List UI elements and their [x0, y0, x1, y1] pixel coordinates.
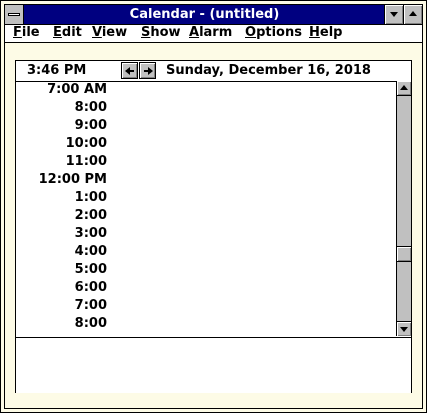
time-slot-label: 8:00	[74, 100, 107, 115]
system-menu-icon	[8, 13, 20, 16]
minimize-button[interactable]	[384, 5, 403, 24]
time-slot-label: 10:00	[65, 136, 107, 151]
menu-help[interactable]: Help	[309, 25, 342, 42]
previous-day-button[interactable]	[121, 62, 138, 79]
menu-bar: File Edit View Show Alarm Options Help	[5, 25, 422, 43]
scroll-down-icon	[400, 327, 408, 332]
time-slot-row[interactable]: 3:00	[16, 225, 395, 243]
time-slot-label: 9:00	[74, 118, 107, 133]
menu-alarm-label: larm	[199, 25, 233, 40]
scroll-thumb[interactable]	[397, 246, 411, 262]
vertical-scrollbar[interactable]	[396, 81, 411, 336]
current-time: 3:46 PM	[27, 63, 87, 78]
menu-show-mnemonic: S	[141, 25, 151, 40]
day-view-panel: 3:46 PM Sunday, December 16, 2018 7:00 A…	[15, 60, 412, 393]
title-bar[interactable]: Calendar - (untitled)	[5, 5, 422, 25]
menu-edit[interactable]: Edit	[53, 25, 82, 42]
time-slot-row[interactable]: 8:00	[16, 315, 395, 333]
current-date: Sunday, December 16, 2018	[166, 63, 371, 78]
menu-edit-label: dit	[61, 25, 82, 40]
time-slot-label: 12:00 PM	[38, 172, 107, 187]
time-slot-label: 8:00	[74, 316, 107, 331]
notes-area[interactable]	[16, 337, 411, 393]
time-slot-label: 5:00	[74, 262, 107, 277]
time-slot-row[interactable]: 12:00 PM	[16, 171, 395, 189]
menu-file-mnemonic: F	[13, 25, 22, 40]
time-slot-label: 4:00	[74, 244, 107, 259]
menu-show[interactable]: Show	[141, 25, 181, 42]
time-slot-label: 11:00	[65, 154, 107, 169]
time-slot-row[interactable]: 1:00	[16, 189, 395, 207]
menu-alarm-mnemonic: A	[189, 25, 200, 40]
menu-file-label: ile	[21, 25, 40, 40]
menu-help-mnemonic: H	[309, 25, 320, 40]
maximize-button[interactable]	[403, 5, 422, 24]
time-slot-row[interactable]: 6:00	[16, 279, 395, 297]
status-bar: 3:46 PM Sunday, December 16, 2018	[16, 61, 411, 82]
right-arrow-icon	[144, 67, 153, 75]
time-slot-row[interactable]: 7:00 AM	[16, 81, 395, 99]
time-slot-row[interactable]: 10:00	[16, 135, 395, 153]
time-slot-row[interactable]: 9:00	[16, 117, 395, 135]
time-slot-label: 3:00	[74, 226, 107, 241]
menu-options-label: ptions	[256, 25, 302, 40]
time-slot-row[interactable]: 4:00	[16, 243, 395, 261]
menu-options-mnemonic: O	[245, 25, 257, 40]
menu-options[interactable]: Options	[245, 25, 302, 42]
time-slot-row[interactable]: 8:00	[16, 99, 395, 117]
system-menu-button[interactable]	[5, 5, 24, 24]
time-slot-row[interactable]: 5:00	[16, 261, 395, 279]
menu-edit-mnemonic: E	[53, 25, 62, 40]
menu-file[interactable]: File	[13, 25, 40, 42]
scroll-up-icon	[400, 85, 408, 90]
time-slot-label: 1:00	[74, 190, 107, 205]
menu-show-label: how	[150, 25, 181, 40]
scroll-up-button[interactable]	[397, 81, 411, 96]
menu-help-label: elp	[319, 25, 343, 40]
window-title: Calendar - (untitled)	[129, 7, 280, 22]
maximize-icon	[409, 11, 417, 16]
menu-view[interactable]: View	[92, 25, 127, 42]
menu-alarm[interactable]: Alarm	[189, 25, 232, 42]
time-slot-row[interactable]: 2:00	[16, 207, 395, 225]
menu-view-mnemonic: V	[92, 25, 102, 40]
time-slot-label: 6:00	[74, 280, 107, 295]
time-slot-row[interactable]: 7:00	[16, 297, 395, 315]
time-slot-label: 7:00 AM	[47, 82, 107, 97]
left-arrow-icon	[125, 67, 134, 75]
appointment-list[interactable]: 7:00 AM 8:00 9:00 10:00 11:00 12:00 PM 1:00 2:0…	[16, 81, 395, 336]
next-day-button[interactable]	[139, 62, 156, 79]
menu-view-label: iew	[101, 25, 128, 40]
time-slot-label: 2:00	[74, 208, 107, 223]
minimize-icon	[390, 12, 398, 17]
scroll-down-button[interactable]	[397, 321, 411, 336]
time-slot-label: 7:00	[74, 298, 107, 313]
time-slot-row[interactable]: 11:00	[16, 153, 395, 171]
calendar-window: Calendar - (untitled) File Edit View Sho…	[0, 0, 427, 413]
